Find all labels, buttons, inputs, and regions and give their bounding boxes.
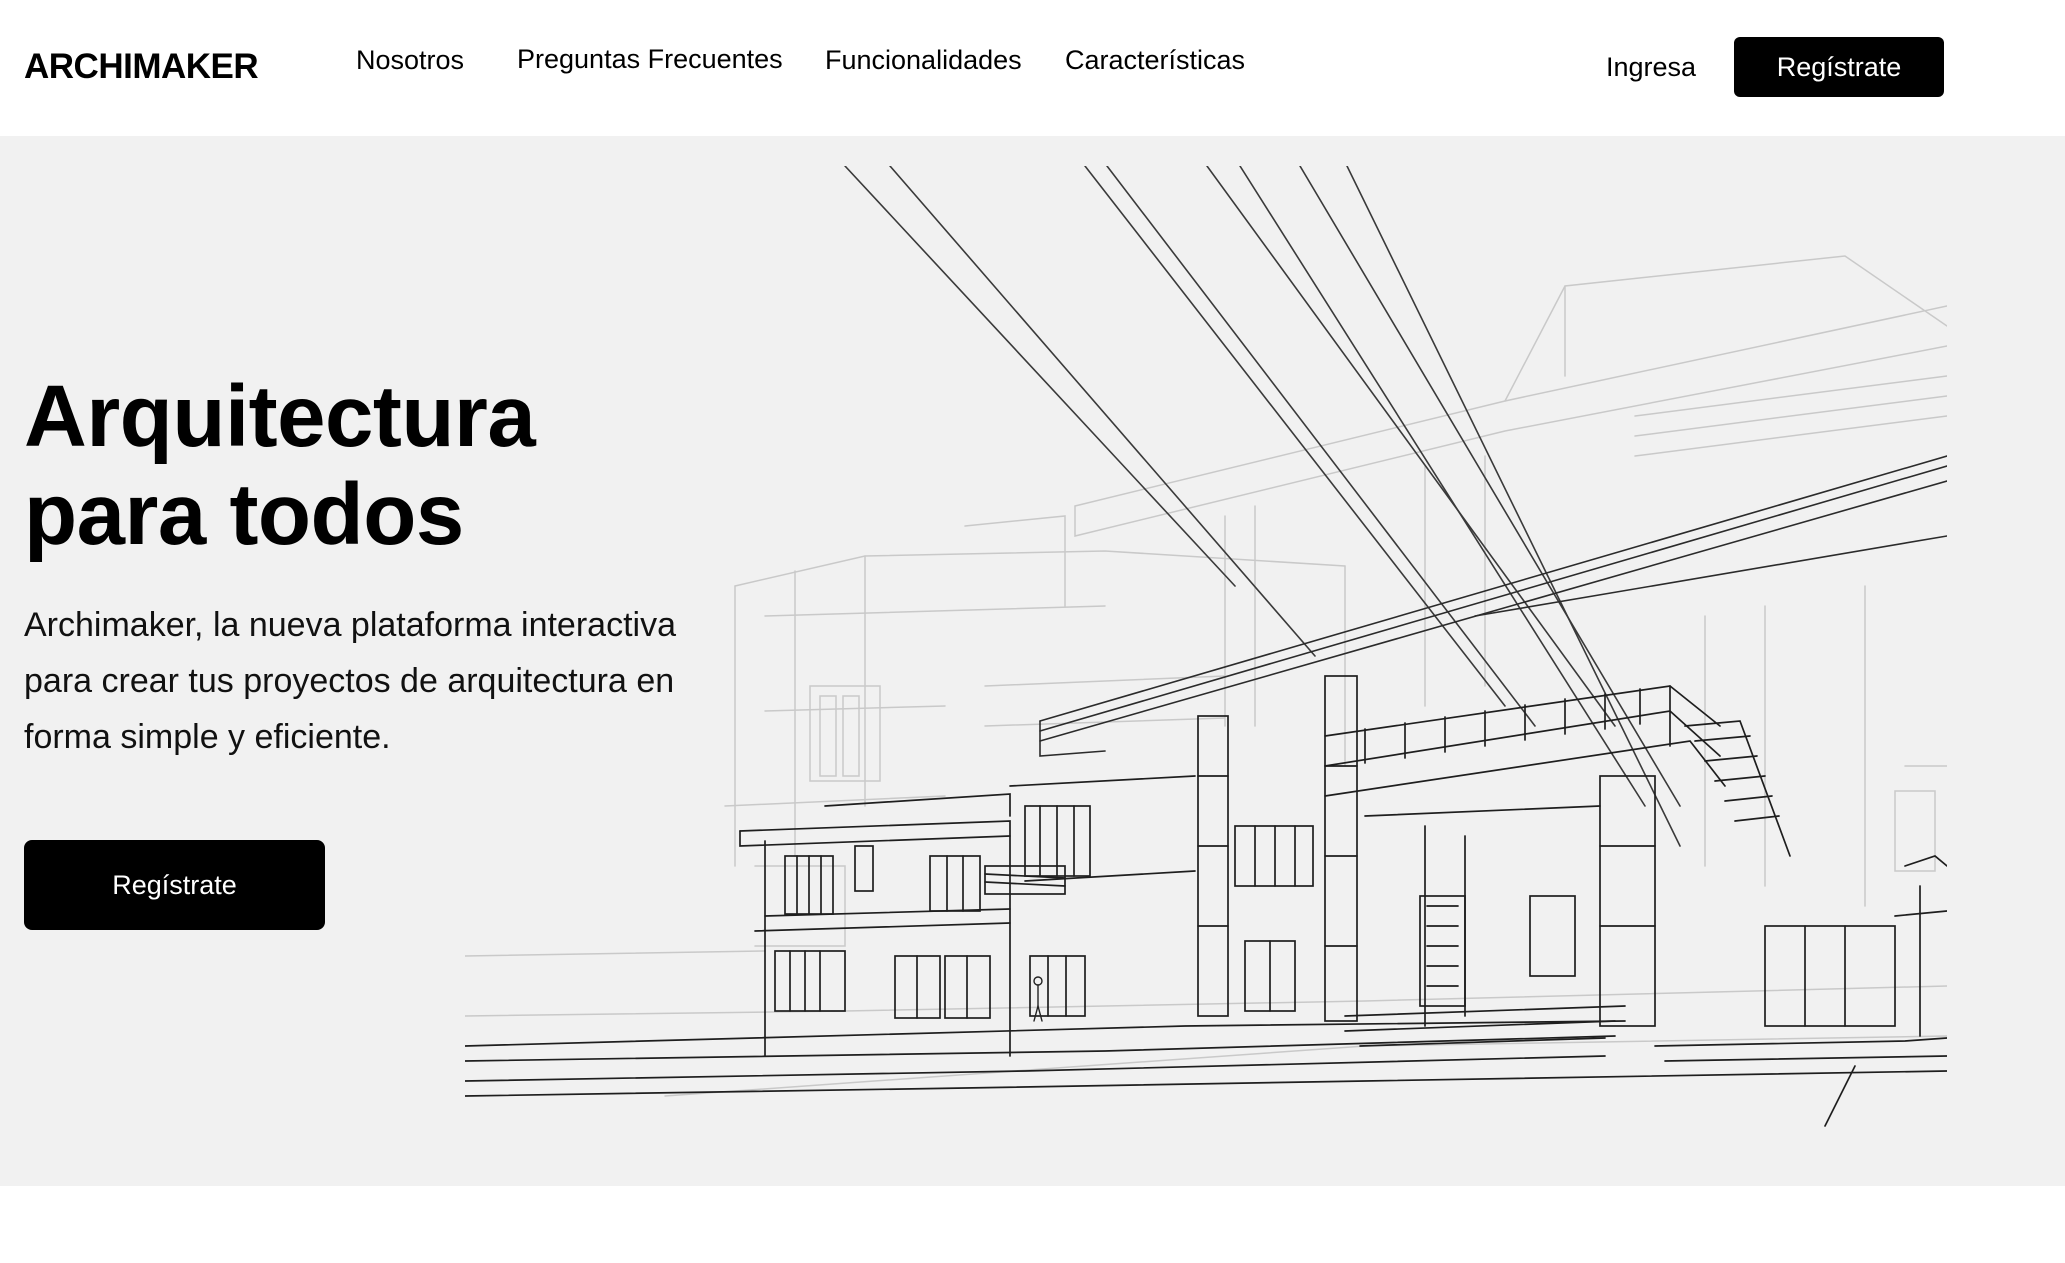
nav-link-preguntas-frecuentes[interactable]: Preguntas Frecuentes bbox=[517, 42, 783, 76]
register-button-hero[interactable]: Regístrate bbox=[24, 840, 325, 930]
top-navbar: ARCHIMAKER Nosotros Preguntas Frecuentes… bbox=[0, 0, 2065, 136]
register-button-header[interactable]: Regístrate bbox=[1734, 37, 1944, 97]
architecture-wireframe-illustration bbox=[465, 166, 1947, 1166]
nav-link-nosotros[interactable]: Nosotros bbox=[356, 43, 464, 77]
hero-section: Arquitectura para todos Archimaker, la n… bbox=[0, 136, 2065, 1186]
brand-logo[interactable]: ARCHIMAKER bbox=[24, 46, 259, 88]
login-link[interactable]: Ingresa bbox=[1606, 50, 1696, 84]
nav-link-funcionalidades[interactable]: Funcionalidades bbox=[825, 43, 1022, 77]
hero-title: Arquitectura para todos bbox=[24, 368, 536, 563]
nav-link-caracteristicas[interactable]: Características bbox=[1065, 43, 1245, 77]
